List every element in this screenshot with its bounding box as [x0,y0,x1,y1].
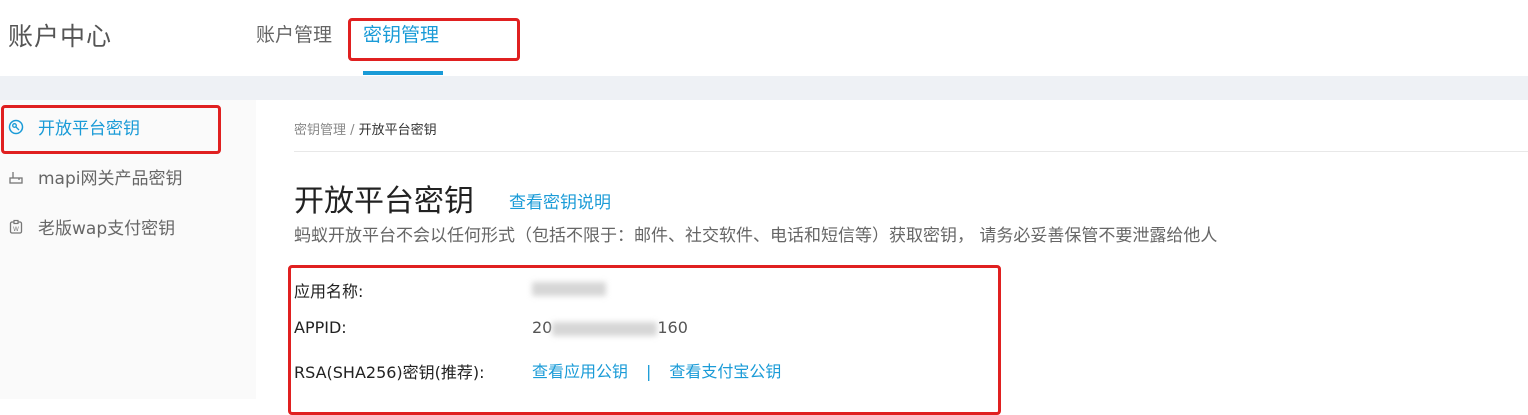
gateway-icon [8,169,24,185]
active-tab-indicator [363,71,443,75]
wap-icon: W [8,219,24,235]
sidebar-item-legacy-wap-key[interactable]: W 老版wap支付密钥 [8,214,175,239]
sidebar-item-label: mapi网关产品密钥 [38,169,183,189]
highlight-box-sidebar [1,105,221,154]
view-key-docs-link[interactable]: 查看密钥说明 [509,188,611,213]
breadcrumb-divider [294,151,1528,152]
highlight-box-fields [288,265,1001,415]
sidebar-item-label: 老版wap支付密钥 [38,219,176,239]
brand-title: 账户中心 [8,22,113,51]
breadcrumb-parent[interactable]: 密钥管理 [294,123,346,138]
page-title: 开放平台密钥 [294,184,474,219]
tab-account-management[interactable]: 账户管理 [256,20,332,47]
security-notice: 蚂蚁开放平台不会以任何形式（包括不限于：邮件、社交软件、电话和短信等）获取密钥，… [294,226,1218,246]
sidebar-item-mapi-gateway-key[interactable]: mapi网关产品密钥 [8,164,183,189]
top-bar: 账户中心 账户管理 密钥管理 [0,0,1528,76]
highlight-box-tab [348,18,520,61]
breadcrumb-separator: / [346,123,359,138]
header-divider-strip [0,76,1528,100]
breadcrumb: 密钥管理 / 开放平台密钥 [294,119,437,138]
svg-text:W: W [13,226,19,233]
breadcrumb-current: 开放平台密钥 [358,123,437,138]
